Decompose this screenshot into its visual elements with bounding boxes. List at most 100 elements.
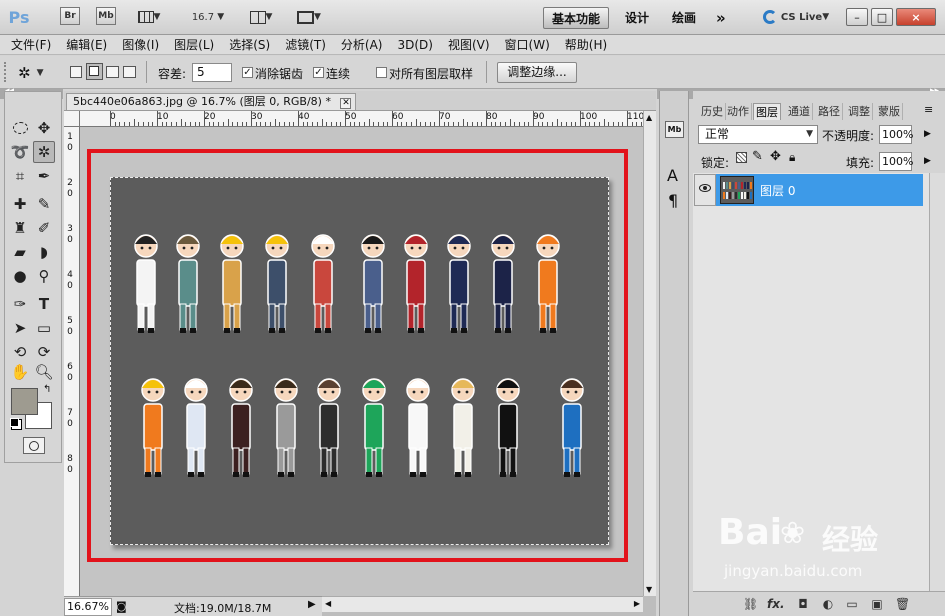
add-mask-icon[interactable]: ◘: [796, 597, 810, 611]
path-selection-icon[interactable]: ➤: [9, 317, 31, 339]
brush-icon[interactable]: ✎: [33, 193, 55, 215]
menu-image[interactable]: 图像(I): [122, 36, 159, 53]
dodge-icon[interactable]: ⚲: [33, 265, 55, 287]
menu-analysis[interactable]: 分析(A): [341, 36, 383, 53]
lasso-icon[interactable]: ➰: [9, 141, 31, 163]
healing-brush-icon[interactable]: ✚: [9, 193, 31, 215]
tool-preset-picker[interactable]: ✲ ▼: [18, 63, 56, 83]
blur-icon[interactable]: ●: [9, 265, 31, 287]
menu-layer[interactable]: 图层(L): [174, 36, 214, 53]
contiguous-checkbox[interactable]: ✓: [313, 67, 324, 78]
rectangle-shape-icon[interactable]: ▭: [33, 317, 55, 339]
tab-channels[interactable]: 通道: [786, 103, 813, 120]
subtract-selection-icon[interactable]: [106, 66, 119, 78]
maximize-icon[interactable]: □: [871, 8, 893, 26]
blend-mode-select[interactable]: 正常 ▼: [698, 125, 818, 144]
tab-layers[interactable]: 图层: [753, 103, 781, 120]
character-panel-icon[interactable]: A: [667, 166, 678, 185]
history-brush-icon[interactable]: ✐: [33, 217, 55, 239]
foreground-color-swatch[interactable]: [11, 388, 38, 415]
quick-mask-icon[interactable]: [23, 437, 45, 454]
clone-stamp-icon[interactable]: ♜: [9, 217, 31, 239]
close-icon[interactable]: ×: [896, 8, 936, 26]
marquee-icon[interactable]: [9, 117, 31, 139]
tab-adjustments[interactable]: 调整: [846, 103, 873, 120]
adjustment-layer-icon[interactable]: ◐: [821, 597, 835, 611]
tab-paths[interactable]: 路径: [816, 103, 843, 120]
ruler-origin[interactable]: [64, 111, 80, 127]
layer-name[interactable]: 图层 0: [760, 182, 795, 199]
minimize-icon[interactable]: –: [846, 8, 868, 26]
eraser-icon[interactable]: ▰: [9, 241, 31, 263]
paint-bucket-icon[interactable]: ◗: [33, 241, 55, 263]
3d-rotate-icon[interactable]: ⟲: [9, 341, 31, 363]
layer-style-icon[interactable]: fx.: [767, 597, 785, 611]
default-colors-icon[interactable]: [10, 418, 19, 427]
screen-mode-button[interactable]: ▼: [291, 7, 327, 27]
vertical-scrollbar[interactable]: ▲ ▼: [643, 111, 656, 596]
fill-input[interactable]: 100%: [879, 152, 913, 171]
tab-masks[interactable]: 蒙版: [876, 103, 903, 120]
paragraph-panel-icon[interactable]: ¶: [668, 191, 678, 210]
refine-edge-button[interactable]: 调整边缘...: [497, 62, 577, 83]
zoom-level-select[interactable]: 16.7 ▼: [186, 7, 230, 27]
new-layer-icon[interactable]: ▣: [870, 597, 884, 611]
opacity-input[interactable]: 100%: [879, 125, 913, 144]
menu-3d[interactable]: 3D(D): [397, 38, 432, 52]
delete-layer-icon[interactable]: 🗑︎: [895, 597, 910, 611]
lock-position-icon[interactable]: ✥: [770, 149, 781, 164]
lock-all-icon[interactable]: 🔒︎: [789, 150, 795, 165]
antialias-checkbox[interactable]: ✓: [242, 67, 253, 78]
opacity-slider-arrow-icon[interactable]: ▶: [924, 129, 931, 139]
pen-icon[interactable]: ✑: [9, 293, 31, 315]
layer-row[interactable]: 图层 0: [716, 174, 923, 206]
scroll-right-icon[interactable]: ▶: [634, 599, 640, 608]
menu-edit[interactable]: 编辑(E): [66, 36, 107, 53]
menu-window[interactable]: 窗口(W): [505, 36, 550, 53]
mini-bridge-button[interactable]: Mb: [96, 7, 116, 25]
mini-bridge-panel-icon[interactable]: Mb: [665, 121, 684, 138]
type-icon[interactable]: T: [33, 293, 55, 315]
arrange-documents-button[interactable]: ▼: [243, 7, 279, 27]
workspace-essentials[interactable]: 基本功能: [543, 7, 610, 29]
scroll-up-icon[interactable]: ▲: [646, 113, 652, 122]
status-menu-arrow-icon[interactable]: ▶: [308, 599, 316, 610]
menu-file[interactable]: 文件(F): [11, 36, 51, 53]
panel-menu-icon[interactable]: ≡: [924, 103, 933, 116]
menu-view[interactable]: 视图(V): [448, 36, 490, 53]
layer-list-scrollbar[interactable]: [929, 173, 945, 591]
menu-help[interactable]: 帮助(H): [565, 36, 607, 53]
new-selection-icon[interactable]: [70, 66, 82, 78]
more-workspaces-icon[interactable]: »: [708, 7, 734, 29]
intersect-selection-icon[interactable]: [123, 66, 136, 78]
lock-pixels-icon[interactable]: ✎: [752, 149, 763, 164]
tab-history[interactable]: 历史: [699, 103, 726, 120]
move-tool-icon[interactable]: ✥: [33, 117, 55, 139]
tab-actions[interactable]: 动作: [725, 103, 752, 120]
lock-transparency-icon[interactable]: [736, 152, 747, 163]
fill-slider-arrow-icon[interactable]: ▶: [924, 156, 931, 166]
menu-filter[interactable]: 滤镜(T): [285, 36, 326, 53]
hand-icon[interactable]: ✋: [9, 361, 31, 383]
cs-live-button[interactable]: CS Live ▼: [758, 7, 834, 27]
scroll-left-icon[interactable]: ◀: [325, 599, 331, 608]
crop-icon[interactable]: ⌗: [9, 165, 31, 187]
new-group-icon[interactable]: ▭: [845, 597, 859, 611]
workspace-design[interactable]: 设计: [617, 7, 657, 29]
add-to-selection-icon[interactable]: [86, 63, 103, 80]
horizontal-scrollbar[interactable]: ◀ ▶: [322, 596, 643, 612]
zoom-icon[interactable]: 🔍︎: [33, 361, 55, 383]
swap-colors-icon[interactable]: ↰: [43, 384, 51, 395]
document-tab[interactable]: 5bc440e06a863.jpg @ 16.7% (图层 0, RGB/8) …: [66, 93, 357, 110]
view-extras-button[interactable]: ▼: [132, 7, 166, 27]
status-info-icon[interactable]: ◙: [116, 600, 127, 613]
link-layers-icon[interactable]: ⛓: [743, 597, 758, 611]
scroll-down-icon[interactable]: ▼: [646, 585, 652, 594]
workspace-painting[interactable]: 绘画: [664, 7, 704, 29]
menu-select[interactable]: 选择(S): [229, 36, 270, 53]
tolerance-input[interactable]: 5: [192, 63, 232, 82]
zoom-percentage-field[interactable]: 16.67%: [64, 598, 112, 616]
3d-orbit-icon[interactable]: ⟳: [33, 341, 55, 363]
close-tab-icon[interactable]: ✕: [340, 98, 352, 109]
magic-wand-icon[interactable]: ✲: [33, 141, 55, 163]
